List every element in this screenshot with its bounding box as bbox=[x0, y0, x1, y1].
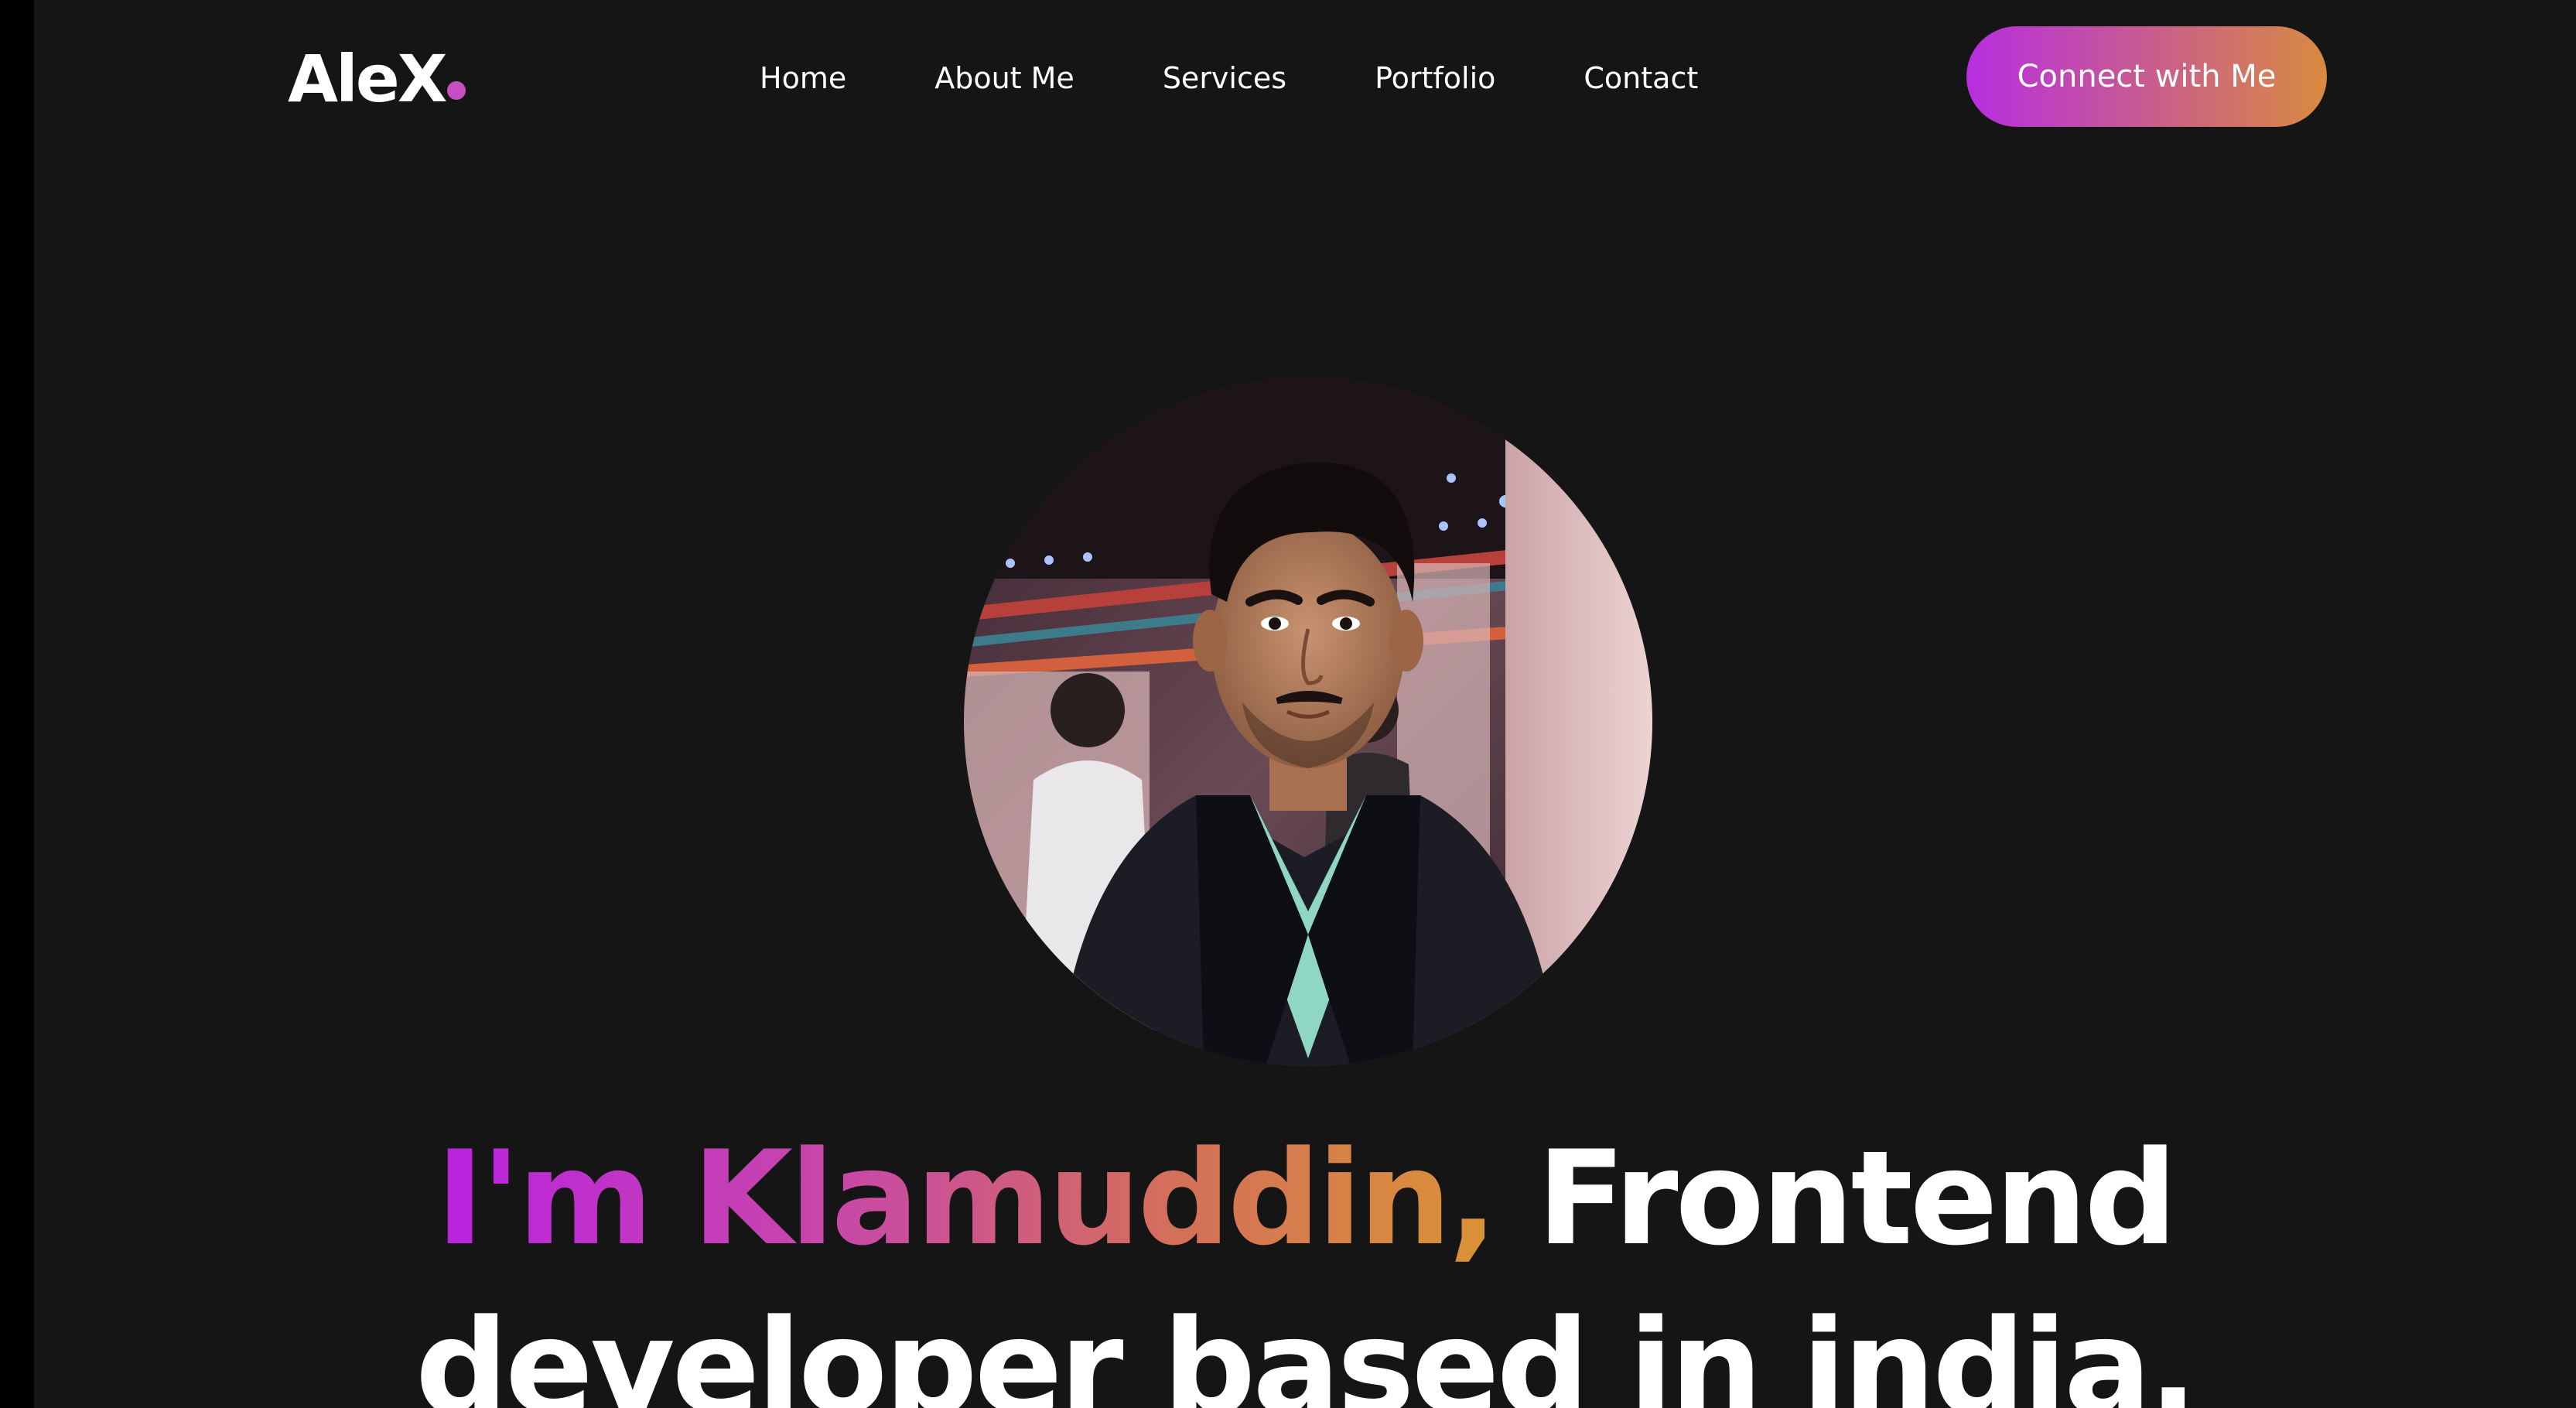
page: AleX Home About Me Services Portfolio Co… bbox=[34, 0, 2576, 1408]
hero-heading-line1: Frontend bbox=[1495, 1123, 2178, 1274]
logo-dot-icon bbox=[446, 81, 466, 100]
nav-link-services[interactable]: Services bbox=[1163, 53, 1286, 104]
nav-menu: Home About Me Services Portfolio Contact bbox=[760, 53, 1698, 104]
hero-heading: I'm Klamuddin, Frontend developer based i… bbox=[34, 1114, 2576, 1408]
navbar: AleX Home About Me Services Portfolio Co… bbox=[34, 0, 2576, 155]
nav-link-about-me[interactable]: About Me bbox=[934, 53, 1074, 104]
connect-with-me-button[interactable]: Connect with Me bbox=[1966, 26, 2327, 127]
left-edge-strip bbox=[0, 0, 34, 1408]
logo-text: AleX bbox=[288, 41, 448, 117]
hero-name-highlight: I'm Klamuddin, bbox=[436, 1123, 1498, 1274]
hero-heading-line2: developer based in india. bbox=[415, 1291, 2198, 1408]
logo[interactable]: AleX bbox=[288, 40, 466, 118]
nav-link-contact[interactable]: Contact bbox=[1584, 53, 1698, 104]
nav-link-home[interactable]: Home bbox=[760, 53, 846, 104]
profile-photo bbox=[964, 378, 1652, 1066]
nav-link-portfolio[interactable]: Portfolio bbox=[1375, 53, 1495, 104]
